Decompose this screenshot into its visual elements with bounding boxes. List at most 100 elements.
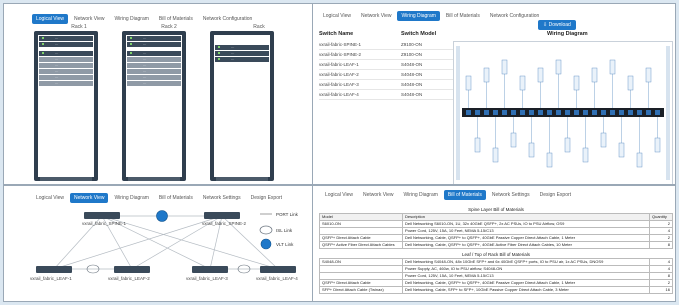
rack-foot [128, 177, 180, 181]
port-icon [637, 110, 642, 115]
rack-device[interactable]: … [39, 51, 93, 56]
column-header-switch-model: Switch Model [401, 31, 437, 37]
rack-device[interactable]: … [39, 63, 93, 68]
rack-device[interactable]: … [39, 69, 93, 74]
switch-model: Z9100-ON [401, 52, 423, 57]
rack-device[interactable]: … [39, 42, 93, 47]
rack-device[interactable]: … [215, 51, 269, 56]
tab-wiring-diagram[interactable]: Wiring Diagram [397, 11, 440, 21]
table-row: S4048-ON Dell Networking S4048-ON, 48x 10… [319, 258, 673, 266]
switch-name: vxrail-fabric-LEAF-4 [319, 92, 359, 97]
cable-tag [519, 75, 526, 91]
switch-label: vxrail_fabric_LEAF-2 [108, 276, 150, 281]
cable-tag [600, 132, 607, 148]
rack-device[interactable]: … [127, 42, 181, 47]
rack-device[interactable]: … [127, 36, 181, 41]
tab-wiring-diagram[interactable]: Wiring Diagram [399, 190, 441, 200]
bill-of-materials-panel: Logical View Network View Wiring Diagram… [312, 185, 676, 302]
switch-model: S4048-ON [401, 82, 423, 87]
cable-tag [492, 147, 499, 163]
tab-bill-of-materials[interactable]: Bill of Materials [155, 14, 197, 24]
link-legend: PORT Link ISL Link VLT Link [259, 212, 299, 250]
table-row: QSFP+ Active Fiber Direct Attach Cables D… [319, 241, 673, 249]
rack-device[interactable]: … [215, 45, 269, 50]
legend-vlt-link: VLT Link [276, 242, 294, 247]
rack-2[interactable]: … … … … … … … … [122, 31, 186, 181]
rack-device[interactable]: … [39, 81, 93, 86]
cable-tag [564, 137, 571, 153]
port-icon [547, 110, 552, 115]
tab-network-view[interactable]: Network View [357, 11, 395, 21]
tabbar: Logical View Network View Wiring Diagram… [32, 14, 256, 24]
tab-network-configuration[interactable]: Network Configuration [199, 14, 256, 24]
switch-row[interactable]: vxrail-fabric-LEAF-2 S4048-ON [319, 70, 461, 80]
rack-3[interactable]: … … … [210, 31, 274, 181]
spine-switch[interactable]: vxrail_fabric_SPINE-2 [202, 212, 247, 226]
rack-interior: … … … [214, 35, 270, 177]
rack-device[interactable]: … [127, 75, 181, 80]
left-rail [456, 46, 460, 180]
switch-model: S4048-ON [401, 72, 423, 77]
rack-device[interactable]: … [215, 57, 269, 62]
cable-tag [609, 59, 616, 75]
rack-interior: … … … … … … … … [126, 35, 182, 177]
rack-device[interactable]: … [39, 57, 93, 62]
rack-device[interactable]: … [127, 57, 181, 62]
rack-device[interactable]: … [127, 51, 181, 56]
table-row: QSFP+ Direct Attach Cable Dell Networking… [319, 234, 673, 242]
port-icon [655, 110, 660, 115]
column-header-description: Description [402, 213, 650, 221]
tab-network-configuration[interactable]: Network Configuration [486, 11, 543, 21]
switch-row[interactable]: vxrail-fabric-SPINE-1 Z9100-ON [319, 40, 461, 50]
switch-row[interactable]: vxrail-fabric-LEAF-4 S4048-ON [319, 90, 461, 100]
tab-logical-view[interactable]: Logical View [319, 11, 355, 21]
table-row: Power Supply, AC, 460w, IO to PSU airflo… [319, 265, 673, 273]
tabbar: Logical View Network View Wiring Diagram… [321, 190, 575, 200]
table-row: Power Cord, 125V, 15A, 10 Feet, NEMA 5-1… [319, 272, 673, 280]
download-button[interactable]: ⇩ Download [538, 20, 576, 30]
switch-row[interactable]: vxrail-fabric-LEAF-3 S4048-ON [319, 80, 461, 90]
rack-device[interactable]: … [127, 69, 181, 74]
rack-device[interactable]: … [127, 81, 181, 86]
switch-label: vxrail_fabric_SPINE-1 [82, 221, 127, 226]
switch-name: vxrail-fabric-LEAF-3 [319, 82, 359, 87]
port-icon [529, 110, 534, 115]
tab-logical-view[interactable]: Logical View [32, 14, 68, 24]
cable-tag [537, 67, 544, 83]
tab-network-view[interactable]: Network View [70, 14, 108, 24]
spine-switch[interactable]: vxrail_fabric_SPINE-1 [82, 212, 127, 226]
table-header-row: Model Description Quantity [319, 213, 673, 221]
rack-device[interactable]: … [39, 36, 93, 41]
leaf-switch[interactable]: vxrail_fabric_LEAF-3 [186, 266, 228, 281]
tab-wiring-diagram[interactable]: Wiring Diagram [110, 14, 152, 24]
port-icon [493, 110, 498, 115]
logical-view-panel: Logical View Network View Wiring Diagram… [3, 3, 333, 185]
leaf-switch[interactable]: vxrail_fabric_LEAF-4 [256, 266, 298, 281]
switch-name: vxrail-fabric-SPINE-2 [319, 52, 362, 57]
vlt-legend-icon [260, 238, 272, 250]
switch-row[interactable]: vxrail-fabric-LEAF-1 S4048-ON [319, 60, 461, 70]
leaf-switch[interactable]: vxrail_fabric_LEAF-1 [30, 266, 72, 281]
cable-tag [474, 137, 481, 153]
leaf-switch[interactable]: vxrail_fabric_LEAF-2 [108, 266, 150, 281]
leaf-bom-title: Leaf / Top of Rack Bill of Materials [462, 252, 530, 257]
tab-design-export[interactable]: Design Export [536, 190, 575, 200]
port-icon [511, 110, 516, 115]
switch-row[interactable]: vxrail-fabric-SPINE-2 Z9100-ON [319, 50, 461, 60]
cable-tag [555, 59, 562, 75]
rack-device[interactable]: … [127, 63, 181, 68]
port-icon [556, 110, 561, 115]
download-label: Download [548, 22, 571, 28]
isl-legend-icon [259, 225, 273, 235]
tab-network-view[interactable]: Network View [359, 190, 397, 200]
port-icon [466, 110, 471, 115]
tab-network-settings[interactable]: Network Settings [488, 190, 534, 200]
rack-1[interactable]: … … … … … … … … [34, 31, 98, 181]
vlt-link-icon[interactable] [156, 210, 168, 222]
rack-device[interactable]: … [39, 75, 93, 80]
tab-logical-view[interactable]: Logical View [321, 190, 357, 200]
tab-bill-of-materials[interactable]: Bill of Materials [443, 190, 486, 200]
column-header-quantity: Quantity [649, 213, 673, 221]
tab-bill-of-materials[interactable]: Bill of Materials [442, 11, 484, 21]
cable-tag [582, 147, 589, 163]
